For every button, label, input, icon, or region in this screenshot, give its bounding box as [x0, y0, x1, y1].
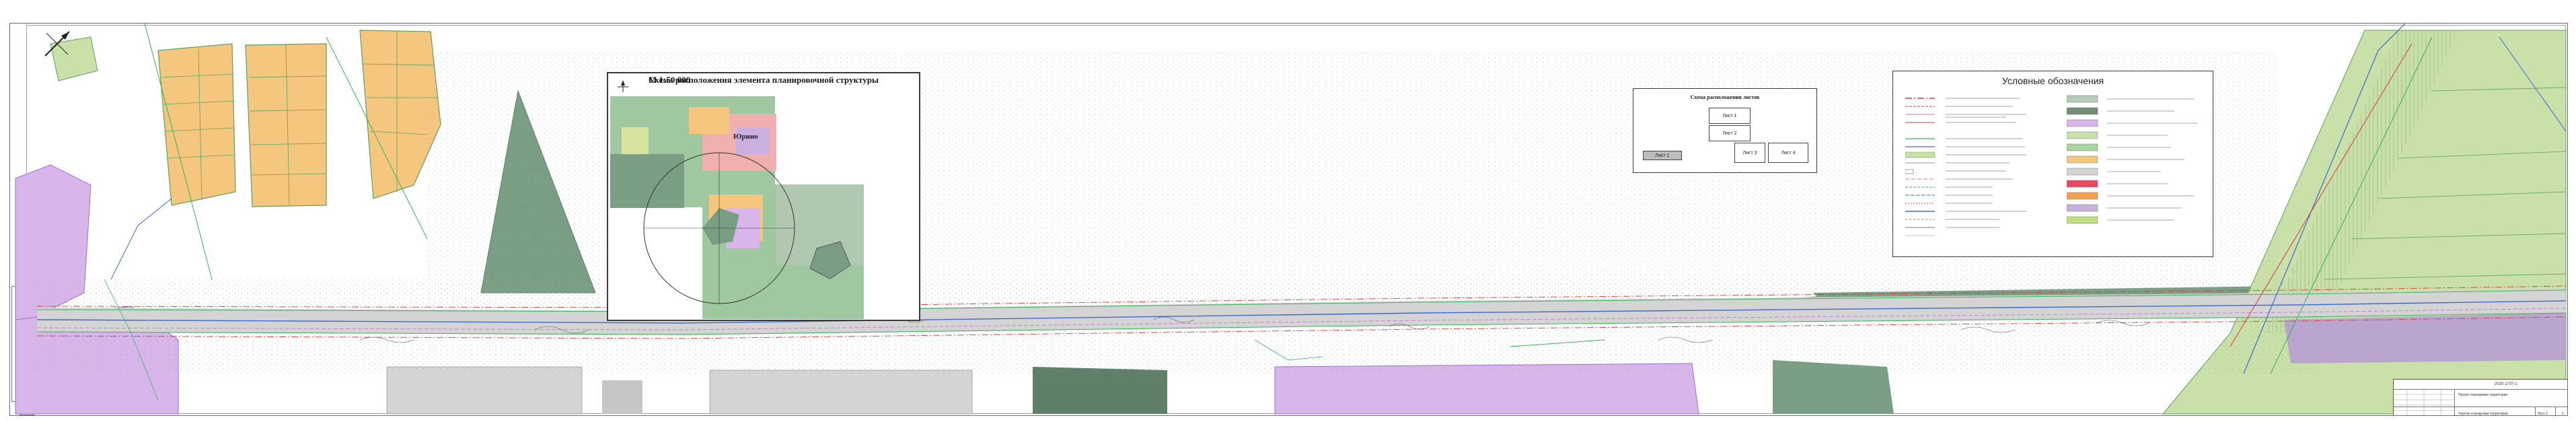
- title-block-sheet: Лист 1: [2538, 412, 2548, 416]
- drawing-sheet: Схема расположения элемента планировочно…: [9, 23, 2568, 416]
- title-block-code: 2020-1/ТП-1: [2495, 382, 2517, 386]
- sheet-box[interactable]: Лист 1: [1709, 108, 1751, 124]
- sheet-box[interactable]: Лист 3: [1734, 143, 1765, 163]
- scheme-place-label: Юрино: [733, 133, 758, 141]
- sheet-box[interactable]: Лист 4: [1768, 143, 1808, 163]
- title-block-total: 5: [2562, 412, 2564, 416]
- title-block-line1: Проект планировки территории: [2458, 393, 2508, 397]
- scheme-map: [610, 80, 864, 319]
- legend-zone-swatches: [2066, 95, 2198, 224]
- legend-title: Условные обозначения: [2001, 75, 2104, 86]
- legend-line-symbols: [1905, 98, 1936, 236]
- legend-panel: Условные обозначения: [1892, 71, 2213, 257]
- sheet-layout-title: Схема расположения листов: [1690, 94, 1760, 100]
- legend-zones-column: [2066, 94, 2208, 252]
- location-scheme-panel: Схема расположения элемента планировочно…: [607, 72, 920, 321]
- sheet-box[interactable]: Лист 2: [1709, 125, 1751, 141]
- legend-line-descriptions: [1946, 98, 2026, 228]
- title-block: 2020-1/ТП-1 Проект планировки территории…: [2393, 379, 2567, 416]
- sheet-box-active[interactable]: Лист 1: [1643, 151, 1682, 160]
- legend-lines-column: [1905, 94, 2026, 252]
- title-block-grid: [2394, 389, 2454, 415]
- sheet-layout-panel: Схема расположения листов Лист 1 Лист 2 …: [1633, 88, 1817, 173]
- title-block-line2: Чертеж планировки территории: [2458, 412, 2508, 416]
